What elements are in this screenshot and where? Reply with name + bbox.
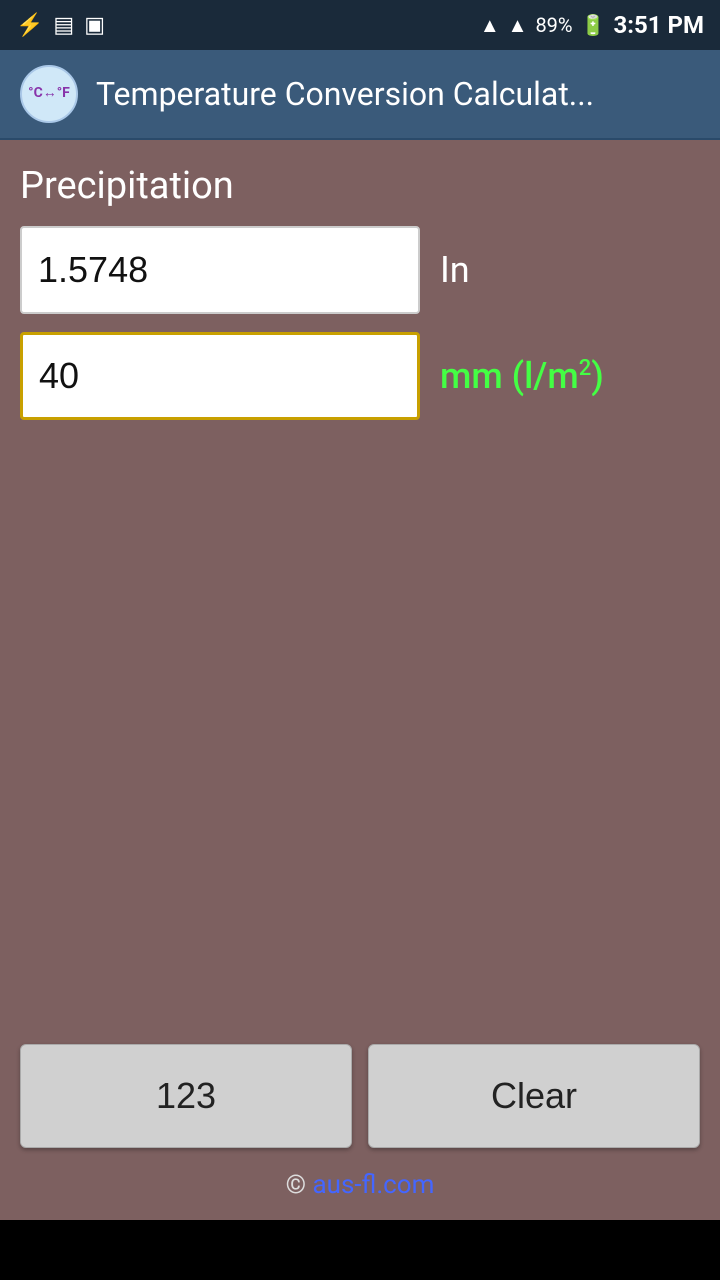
unit-mm: mm (l/m2) [440,355,604,397]
footer: © aus-fl.com [0,1160,720,1220]
footer-link[interactable]: aus-fl.com [312,1170,434,1200]
status-icons-right: ▲ ▲ 89% 🔋 3:51 PM [480,11,704,39]
numeric-button[interactable]: 123 [20,1044,352,1148]
clear-button[interactable]: Clear [368,1044,700,1148]
app-title: Temperature Conversion Calculat... [96,75,594,113]
input-row-mm: mm (l/m2) [20,332,700,420]
usb-icon: ⚡ [16,13,43,38]
nav-bar [0,1220,720,1280]
battery-icon: 🔋 [581,13,606,37]
sim-icon: ▤ [53,13,74,38]
status-icons-left: ⚡ ▤ ▣ [16,13,105,38]
app-icon: °C↔°F [20,65,78,123]
input-row-inches: In [20,226,700,314]
image-icon: ▣ [84,13,105,38]
unit-inches: In [440,249,470,291]
bottom-buttons: 123 Clear [0,1024,720,1160]
copyright-symbol: © [286,1170,306,1200]
main-content: Precipitation In mm (l/m2) [0,140,720,1024]
status-bar: ⚡ ▤ ▣ ▲ ▲ 89% 🔋 3:51 PM [0,0,720,50]
app-bar: °C↔°F Temperature Conversion Calculat... [0,50,720,140]
app-icon-text: °C↔°F [28,86,70,101]
signal-icon: ▲ [508,13,528,38]
battery-percent: 89% [535,13,572,37]
input-mm[interactable] [20,332,420,420]
wifi-icon: ▲ [480,13,500,38]
input-inches[interactable] [20,226,420,314]
status-time: 3:51 PM [613,11,704,39]
section-title: Precipitation [20,164,700,208]
